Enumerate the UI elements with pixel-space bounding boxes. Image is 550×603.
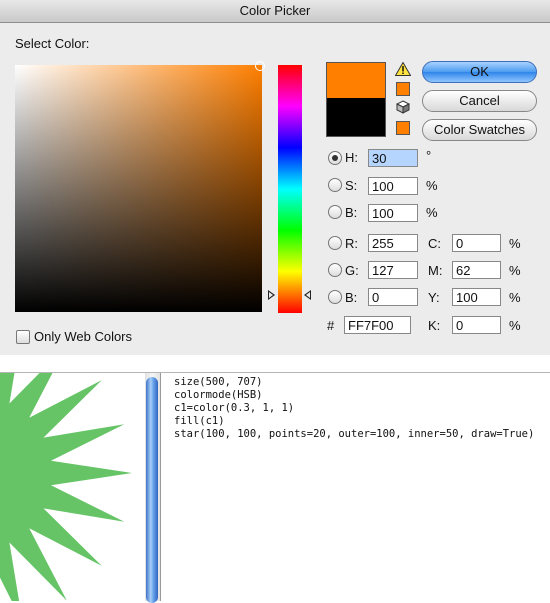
yellow-field[interactable]: 100 [452, 288, 501, 306]
hue-field[interactable]: 30 [368, 149, 418, 167]
green-label: G: [345, 263, 359, 278]
select-color-label: Select Color: [15, 36, 90, 51]
current-color-swatch[interactable] [326, 98, 386, 137]
blue-field[interactable]: 0 [368, 288, 418, 306]
cube-icon[interactable] [396, 100, 410, 114]
gamut-color-swatch[interactable] [396, 82, 410, 96]
color-field-cursor[interactable] [255, 61, 265, 71]
code-line[interactable]: star(100, 100, points=20, outer=100, inn… [174, 428, 534, 441]
percent-unit: % [426, 178, 438, 193]
yellow-label: Y: [428, 290, 440, 305]
new-color-swatch [326, 62, 386, 99]
hue-slider-right-arrow-icon[interactable] [304, 290, 311, 300]
black-field[interactable]: 0 [452, 316, 501, 334]
star-polygon [0, 373, 132, 601]
vertical-scrollbar[interactable] [145, 373, 161, 603]
only-web-colors-label: Only Web Colors [34, 329, 133, 344]
blue-radio[interactable] [328, 290, 342, 304]
red-field[interactable]: 255 [368, 234, 418, 252]
saturation-radio[interactable] [328, 178, 342, 192]
saturation-label: S: [345, 178, 358, 193]
code-text-area[interactable]: size(500, 707) colormode(HSB) c1=color(0… [170, 373, 550, 601]
cancel-button[interactable]: Cancel [422, 90, 537, 112]
hue-slider[interactable] [278, 65, 302, 313]
code-line[interactable]: c1=color(0.3, 1, 1) [174, 402, 294, 415]
warning-icon[interactable] [395, 62, 411, 76]
only-web-colors-checkbox[interactable] [16, 330, 30, 344]
brightness-label: B: [345, 205, 358, 220]
hue-radio[interactable] [328, 151, 342, 165]
blue-label: B: [345, 290, 358, 305]
percent-unit: % [509, 318, 521, 333]
black-label: K: [428, 318, 441, 333]
code-line[interactable]: fill(c1) [174, 415, 225, 428]
green-radio[interactable] [328, 263, 342, 277]
output-canvas [0, 373, 146, 601]
color-swatches-button[interactable]: Color Swatches [422, 119, 537, 141]
star-shape [0, 373, 132, 601]
hex-label: # [327, 318, 335, 333]
code-line[interactable]: size(500, 707) [174, 376, 263, 389]
percent-unit: % [426, 205, 438, 220]
percent-unit: % [509, 263, 521, 278]
web-safe-color-swatch[interactable] [396, 121, 410, 135]
red-radio[interactable] [328, 236, 342, 250]
saturation-brightness-field[interactable] [15, 65, 262, 312]
hue-label: H: [345, 150, 358, 165]
magenta-label: M: [428, 263, 443, 278]
hex-field[interactable]: FF7F00 [344, 316, 411, 334]
percent-unit: % [509, 236, 521, 251]
percent-unit: % [509, 290, 521, 305]
degree-unit: ° [426, 148, 432, 163]
saturation-field[interactable]: 100 [368, 177, 418, 195]
hue-slider-left-arrow-icon[interactable] [268, 290, 275, 300]
brightness-field[interactable]: 100 [368, 204, 418, 222]
red-label: R: [345, 236, 358, 251]
ok-button[interactable]: OK [422, 61, 537, 83]
scrollbar-thumb[interactable] [146, 377, 158, 603]
cyan-label: C: [428, 236, 441, 251]
brightness-radio[interactable] [328, 205, 342, 219]
code-editor-window: size(500, 707) colormode(HSB) c1=color(0… [0, 372, 550, 603]
cyan-field[interactable]: 0 [452, 234, 501, 252]
dialog-title: Color Picker [0, 0, 550, 23]
code-line[interactable]: colormode(HSB) [174, 389, 263, 402]
color-picker-dialog: Color Picker Select Color: Only Web Colo… [0, 0, 550, 355]
magenta-field[interactable]: 62 [452, 261, 501, 279]
green-field[interactable]: 127 [368, 261, 418, 279]
